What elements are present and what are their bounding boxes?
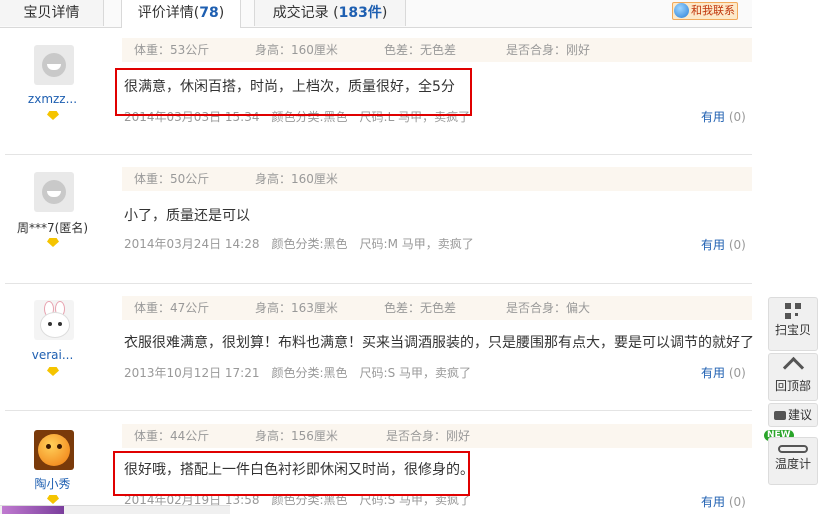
contact-seller-button[interactable]: 和我联系 <box>672 2 738 20</box>
height: 身高：160厘米 <box>255 43 338 57</box>
color-option: 颜色分类:黑色 <box>271 237 348 251</box>
highlight-box <box>113 451 470 496</box>
transaction-count: 183件 <box>338 5 382 21</box>
wangwang-icon <box>674 3 689 18</box>
rank-diamond-icon <box>47 238 59 247</box>
buyer-info: 体重：44公斤 身高：156厘米 是否合身：刚好 <box>122 424 752 448</box>
useful-vote: 有用 (0) <box>701 108 746 125</box>
highlight-box <box>115 68 472 116</box>
reviewer-name[interactable]: 陶小秀 <box>5 475 100 492</box>
tab-label: 宝贝详情 <box>23 5 80 21</box>
useful-vote: 有用 (0) <box>701 364 746 381</box>
tab-label: 评价详情( <box>137 5 200 21</box>
weight: 体重：50公斤 <box>134 172 210 186</box>
rank-diamond-icon <box>47 495 59 504</box>
useful-link[interactable]: 有用 <box>701 238 725 252</box>
fit: 是否合身：刚好 <box>506 43 591 57</box>
tab-transactions[interactable]: 成交记录 (183件) <box>254 0 406 26</box>
tab-label-suffix: ) <box>218 5 225 21</box>
height: 身高：163厘米 <box>255 301 338 315</box>
tab-label: 成交记录 ( <box>272 5 339 21</box>
scan-item-button[interactable]: 扫宝贝 <box>768 297 818 351</box>
reviewer-name: 周***7(匿名) <box>17 221 88 235</box>
avatar[interactable] <box>34 45 74 85</box>
thermometer-button[interactable]: 温度计 <box>768 437 818 485</box>
review-time: 2014年03月24日 14:28 <box>124 237 260 251</box>
fit: 是否合身：偏大 <box>506 301 591 315</box>
message-icon <box>773 411 786 420</box>
review-info: 2013年10月12日 17:21 颜色分类:黑色 尺码:S 马甲，卖疯了 <box>124 364 483 381</box>
review-text: 小了，质量还是可以 <box>124 208 250 224</box>
useful-link[interactable]: 有用 <box>701 495 725 509</box>
color-difference: 色差：无色差 <box>384 43 457 57</box>
reviewer-name[interactable]: zxmzz... <box>5 92 100 106</box>
avatar[interactable] <box>34 430 74 470</box>
weight: 体重：47公斤 <box>134 301 210 315</box>
review-text: 衣服很难满意，很划算！布料也满意！买来当调酒服装的，只是腰围那有点大，要是可以调… <box>124 335 754 351</box>
size-option: 尺码:M 马甲，卖疯了 <box>359 237 474 251</box>
review-item: verai... 体重：47公斤 身高：163厘米 色差：无色差 是否合身：偏大… <box>5 284 754 411</box>
default-avatar-icon <box>42 53 66 77</box>
size-option: 尺码:S 马甲，卖疯了 <box>359 366 472 380</box>
buyer-info: 体重：50公斤 身高：160厘米 <box>122 167 752 191</box>
rabbit-head <box>40 312 70 338</box>
weight: 体重：53公斤 <box>134 43 210 57</box>
suggestion-label: 建议 <box>787 408 812 422</box>
color-difference: 色差：无色差 <box>384 301 457 315</box>
contact-label: 和我联系 <box>691 4 735 17</box>
default-avatar-icon <box>42 180 66 204</box>
review-count: 78 <box>199 5 219 21</box>
back-to-top-button[interactable]: 回顶部 <box>768 353 818 401</box>
useful-vote: 有用 (0) <box>701 236 746 253</box>
avatar[interactable] <box>34 172 74 212</box>
useful-link[interactable]: 有用 <box>701 110 725 124</box>
buyer-info: 体重：53公斤 身高：160厘米 色差：无色差 是否合身：刚好 <box>122 38 752 62</box>
review-info: 2014年03月24日 14:28 颜色分类:黑色 尺码:M 马甲，卖疯了 <box>124 235 486 252</box>
suggestion-button[interactable]: 建议 <box>768 403 818 427</box>
thermometer-icon <box>778 445 808 453</box>
review-item: 周***7(匿名) 体重：50公斤 身高：160厘米 小了，质量还是可以 201… <box>5 155 752 284</box>
useful-count: (0) <box>728 366 746 380</box>
useful-count: (0) <box>728 110 746 124</box>
tab-item-details[interactable]: 宝贝详情 <box>0 0 104 26</box>
height: 身高：156厘米 <box>255 429 338 443</box>
useful-vote: 有用 (0) <box>701 493 746 510</box>
thermometer-label: 温度计 <box>774 457 811 471</box>
tab-label-suffix: ) <box>381 5 388 21</box>
review-time: 2013年10月12日 17:21 <box>124 366 260 380</box>
tab-bar: 宝贝详情 评价详情(78) 成交记录 (183件) 和我联系 <box>0 0 752 28</box>
avatar[interactable] <box>34 300 74 340</box>
useful-count: (0) <box>728 495 746 509</box>
cartoon-avatar-icon <box>38 434 70 466</box>
rank-diamond-icon <box>47 367 59 376</box>
chevron-up-icon <box>782 356 804 379</box>
back-to-top-label: 回顶部 <box>774 379 811 393</box>
weight: 体重：44公斤 <box>134 429 210 443</box>
height: 身高：160厘米 <box>255 172 338 186</box>
useful-count: (0) <box>728 238 746 252</box>
buyer-info: 体重：47公斤 身高：163厘米 色差：无色差 是否合身：偏大 <box>122 296 752 320</box>
color-option: 颜色分类:黑色 <box>271 366 348 380</box>
rank-diamond-icon <box>47 111 59 120</box>
reviewer-name[interactable]: verai... <box>5 348 100 362</box>
fit: 是否合身：刚好 <box>386 429 471 443</box>
qr-code-icon <box>785 303 801 319</box>
useful-link[interactable]: 有用 <box>701 366 725 380</box>
tab-reviews[interactable]: 评价详情(78) <box>121 0 241 28</box>
scan-label: 扫宝贝 <box>774 323 811 337</box>
